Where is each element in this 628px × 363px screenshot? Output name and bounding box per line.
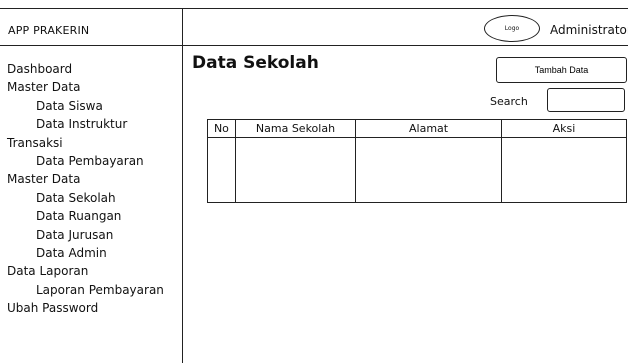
sidebar-item-transaksi[interactable]: Transaksi — [0, 134, 182, 152]
add-data-button[interactable]: Tambah Data — [496, 57, 627, 83]
sidebar: Dashboard Master Data Data Siswa Data In… — [0, 60, 182, 318]
table-row — [207, 137, 627, 203]
table-header-row: No Nama Sekolah Alamat Aksi — [207, 119, 627, 138]
sidebar-item-data-pembayaran[interactable]: Data Pembayaran — [0, 152, 182, 170]
user-label[interactable]: Administrator — [550, 23, 628, 37]
sidebar-divider — [182, 8, 183, 363]
table-cell-no — [207, 137, 236, 203]
app-title: APP PRAKERIN — [8, 24, 90, 37]
column-header-alamat: Alamat — [355, 119, 503, 138]
column-header-aksi: Aksi — [501, 119, 627, 138]
sidebar-item-dashboard[interactable]: Dashboard — [0, 60, 182, 78]
column-header-no: No — [207, 119, 236, 138]
table-cell-aksi[interactable] — [501, 137, 627, 203]
page-title: Data Sekolah — [192, 53, 319, 73]
search-label: Search — [490, 95, 528, 108]
sidebar-item-data-admin[interactable]: Data Admin — [0, 244, 182, 262]
school-table: No Nama Sekolah Alamat Aksi — [207, 119, 627, 203]
sidebar-item-laporan-pembayaran[interactable]: Laporan Pembayaran — [0, 281, 182, 299]
logo: Logo — [484, 15, 540, 42]
table-cell-alamat — [355, 137, 503, 203]
table-cell-nama-sekolah — [234, 137, 357, 203]
sidebar-item-data-sekolah[interactable]: Data Sekolah — [0, 189, 182, 207]
sidebar-item-data-ruangan[interactable]: Data Ruangan — [0, 207, 182, 225]
sidebar-item-data-siswa[interactable]: Data Siswa — [0, 97, 182, 115]
sidebar-item-master-data[interactable]: Master Data — [0, 78, 182, 96]
app-frame: APP PRAKERIN Logo Administrator Dashboar… — [0, 0, 628, 363]
search-input[interactable] — [547, 88, 625, 112]
sidebar-item-data-laporan[interactable]: Data Laporan — [0, 262, 182, 280]
sidebar-item-master-data-2[interactable]: Master Data — [0, 170, 182, 188]
sidebar-item-data-jurusan[interactable]: Data Jurusan — [0, 226, 182, 244]
sidebar-nav: Dashboard Master Data Data Siswa Data In… — [0, 60, 182, 318]
sidebar-item-ubah-password[interactable]: Ubah Password — [0, 299, 182, 317]
sidebar-item-data-instruktur[interactable]: Data Instruktur — [0, 115, 182, 133]
column-header-nama-sekolah: Nama Sekolah — [234, 119, 357, 138]
